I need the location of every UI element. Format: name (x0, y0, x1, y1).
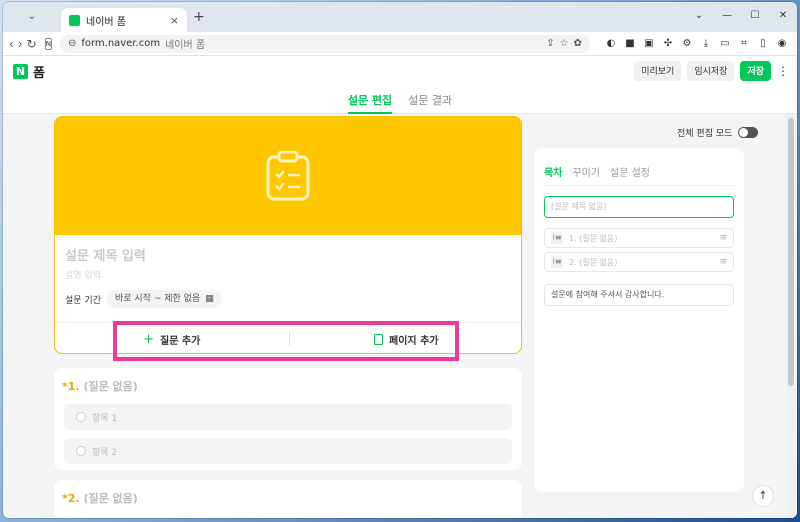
tab-title: 네이버 폼 (86, 16, 126, 28)
question-type-icon: ⁝≡ (551, 256, 563, 268)
back-icon[interactable]: ‹ (9, 37, 14, 51)
more-menu-icon[interactable]: ⋮ (777, 64, 789, 78)
download-icon[interactable]: ⤓ (699, 37, 713, 51)
arrow-up-icon: ↑ (758, 489, 768, 502)
header-actions: 미리보기 임시저장 저장 ⋮ (634, 61, 789, 81)
extension-icons: ◐ ■ ▣ ✣ ⚙ ⤓ ▭ ⌗ ▯ ◉ ⋮ (604, 37, 797, 51)
vertical-scrollbar[interactable] (787, 114, 795, 518)
browser-toolbar: ‹ › ↻ N ⊖ form.naver.com 네이버 폼 ⇪ ☆ ✿ ◐ ■… (3, 32, 797, 56)
site-info-icon[interactable]: ⊖ (68, 38, 76, 49)
option-item[interactable]: 항목 1 (64, 404, 512, 430)
highlight-box (113, 321, 459, 361)
tab-contents[interactable]: 목차 (544, 164, 562, 185)
toc-item[interactable]: ⁝≡ 2. (질문 없음) ≡ (544, 252, 734, 272)
logo-text: 폼 (33, 65, 45, 81)
forward-icon[interactable]: › (18, 37, 23, 51)
browser-window: ⌄ 네이버 폼 × + ⌄ — ☐ ✕ ‹ › ↻ N ⊖ form.naver… (3, 2, 797, 518)
question-card[interactable]: *2. (질문 없음) (54, 480, 522, 518)
radio-icon (76, 446, 86, 456)
question-title: *2. (질문 없음) (62, 492, 138, 505)
side-panel: 목차 꾸미기 설문 설정 (설문 제목 없음) ⁝≡ 1. (질문 없음) ≡ … (534, 148, 744, 492)
tab-survey-results[interactable]: 설문 결과 (408, 86, 452, 114)
minimize-icon[interactable]: — (713, 2, 741, 32)
close-tab-icon[interactable]: × (170, 14, 179, 27)
bookmark-star-icon[interactable]: ☆ (560, 38, 569, 49)
capture-icon[interactable]: ⌗ (737, 37, 751, 51)
toc-item[interactable]: ⁝≡ 1. (질문 없음) ≡ (544, 228, 734, 248)
extensions-puzzle-icon[interactable]: ✣ (661, 37, 675, 51)
tab-search-icon[interactable]: ⌄ (25, 10, 39, 24)
survey-period: 설문 기간 바로 시작 ~ 제한 없음 ▦ (65, 290, 222, 308)
side-tabs: 목차 꾸미기 설문 설정 (544, 148, 734, 186)
preview-button[interactable]: 미리보기 (634, 61, 682, 81)
settings-icon[interactable]: ⚙ (680, 37, 694, 51)
option-item[interactable]: 항목 2 (64, 438, 512, 464)
address-bar[interactable]: ⊖ form.naver.com 네이버 폼 ⇪ ☆ ✿ (59, 34, 590, 53)
naver-form-favicon-icon (69, 14, 80, 26)
question-card[interactable]: *1. (질문 없음) 항목 1 항목 2 (54, 368, 522, 470)
tab-survey-edit[interactable]: 설문 편집 (347, 86, 393, 114)
drag-handle-icon[interactable]: ≡ (719, 233, 727, 243)
toc-survey-title[interactable]: (설문 제목 없음) (544, 196, 734, 218)
tab-survey-settings[interactable]: 설문 설정 (610, 164, 650, 185)
editor-content: 설문 제목 입력 설명 입력 설문 기간 바로 시작 ~ 제한 없음 ▦ + 질… (3, 114, 797, 518)
url-text: form.naver.com (81, 38, 161, 49)
extension-icon[interactable]: ✿ (574, 38, 582, 49)
reload-icon[interactable]: ↻ (27, 37, 37, 51)
profile-avatar-icon[interactable]: ◉ (775, 37, 789, 51)
drag-handle-icon[interactable]: ≡ (719, 257, 727, 267)
browser-tab[interactable]: 네이버 폼 × (61, 8, 187, 32)
maximize-icon[interactable]: ☐ (741, 2, 769, 32)
edit-mode-toggle[interactable] (738, 127, 759, 138)
period-value: 바로 시작 ~ 제한 없음 (114, 294, 201, 304)
question-type-icon: ⁝≡ (551, 232, 563, 244)
tab-strip: ⌄ 네이버 폼 × + ⌄ — ☐ ✕ (3, 2, 797, 32)
period-selector[interactable]: 바로 시작 ~ 제한 없음 ▦ (106, 290, 222, 308)
new-tab-icon[interactable]: + (193, 10, 207, 24)
naver-form-logo[interactable]: N 폼 (13, 62, 45, 81)
toc-end-message[interactable]: 설문에 참여해 주셔서 감사합니다. (544, 284, 734, 306)
cover-image[interactable] (55, 117, 521, 235)
sidebar-icon[interactable]: ▯ (756, 37, 770, 51)
page-title-text: 네이버 폼 (165, 40, 206, 51)
question-title: *1. (질문 없음) (62, 380, 138, 393)
app-header: N 폼 미리보기 임시저장 저장 ⋮ (3, 56, 797, 86)
screen-icon[interactable]: ▭ (718, 37, 732, 51)
period-label: 설문 기간 (65, 295, 101, 306)
radio-icon (76, 412, 86, 422)
browser-menu-icon[interactable]: ⋮ (794, 37, 797, 51)
extension-3-icon[interactable]: ▣ (642, 37, 656, 51)
survey-description-input[interactable]: 설명 입력 (65, 268, 101, 281)
logo-letter: N (13, 63, 28, 79)
tab-decorate[interactable]: 꾸미기 (572, 164, 600, 185)
draft-save-button[interactable]: 임시저장 (687, 61, 735, 81)
editor-tabs: 설문 편집 설문 결과 (3, 86, 797, 114)
edit-mode-label: 전체 편집 모드 (677, 129, 733, 139)
survey-header-card: 설문 제목 입력 설명 입력 설문 기간 바로 시작 ~ 제한 없음 ▦ + 질… (54, 116, 522, 354)
full-edit-mode: 전체 편집 모드 (677, 126, 759, 139)
chevron-down-icon[interactable]: ⌄ (685, 2, 713, 32)
close-window-icon[interactable]: ✕ (769, 2, 797, 32)
save-button[interactable]: 저장 (740, 61, 771, 81)
extension-2-icon[interactable]: ■ (623, 37, 637, 51)
survey-title-input[interactable]: 설문 제목 입력 (65, 245, 146, 264)
window-controls: ⌄ — ☐ ✕ (685, 2, 797, 32)
clipboard-icon (266, 151, 310, 201)
naver-n-icon[interactable]: N (44, 37, 52, 50)
extension-1-icon[interactable]: ◐ (604, 37, 618, 51)
calendar-icon: ▦ (205, 294, 214, 304)
scrollbar-thumb[interactable] (788, 118, 794, 386)
scroll-to-top-button[interactable]: ↑ (752, 485, 774, 507)
share-icon[interactable]: ⇪ (546, 38, 554, 49)
